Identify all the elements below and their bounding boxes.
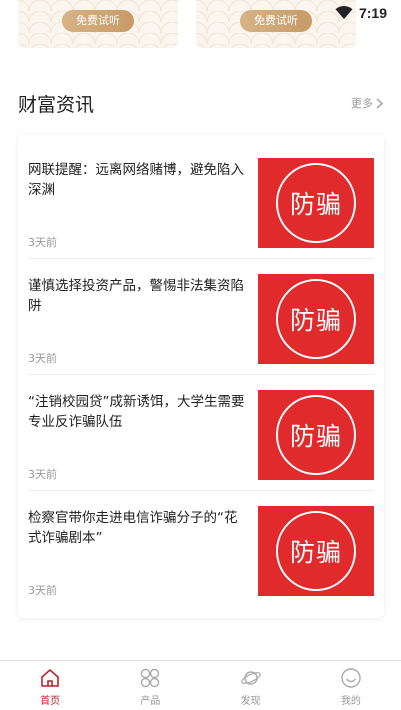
grid-icon <box>141 668 160 688</box>
anti-fraud-seal: 防骗 <box>276 163 356 243</box>
news-title: 网联提醒：远离网络赌博，避免陷入深渊 <box>28 162 244 198</box>
more-label: 更多 <box>351 97 373 110</box>
thumb-text: 防骗 <box>289 422 342 451</box>
divider <box>28 374 374 375</box>
home-icon <box>41 669 59 687</box>
news-item[interactable]: 谨慎选择投资产品，警惕非法集资陷阱 3天前 防骗 <box>28 274 374 374</box>
tab-discover[interactable]: 发现 <box>201 661 301 710</box>
tab-label: 产品 <box>140 696 161 707</box>
chevron-right-icon <box>376 98 383 108</box>
news-item[interactable]: 网联提醒：远离网络赌博，避免陷入深渊 3天前 防骗 <box>28 158 374 258</box>
news-item[interactable]: “注销校园贷”成新诱饵，大学生需要专业反诈骗队伍 3天前 防骗 <box>28 390 374 490</box>
free-trial-button[interactable]: 免费试听 <box>62 10 134 32</box>
status-bar: 7:19 <box>335 0 401 26</box>
course-card[interactable]: 免费试听 <box>196 0 356 48</box>
news-thumbnail: 防骗 <box>258 390 374 480</box>
tab-label: 首页 <box>40 696 61 707</box>
news-time: 3天前 <box>28 468 57 481</box>
divider <box>28 258 374 259</box>
news-time: 3天前 <box>28 352 57 365</box>
news-title: 检察官带你走进电信诈骗分子的“花式诈骗剧本” <box>28 510 238 546</box>
thumb-text: 防骗 <box>289 190 342 219</box>
news-title: 谨慎选择投资产品，警惕非法集资陷阱 <box>28 278 244 314</box>
section-title: 财富资讯 <box>18 93 95 116</box>
more-link[interactable]: 更多 <box>351 95 383 111</box>
anti-fraud-seal: 防骗 <box>276 511 356 591</box>
tab-label: 我的 <box>340 696 361 707</box>
news-title: “注销校园贷”成新诱饵，大学生需要专业反诈骗队伍 <box>28 394 245 430</box>
divider <box>28 490 374 491</box>
status-time: 7:19 <box>358 5 387 21</box>
section-header: 财富资讯 更多 <box>18 88 383 118</box>
news-item[interactable]: 检察官带你走进电信诈骗分子的“花式诈骗剧本” 3天前 防骗 <box>28 506 374 606</box>
bottom-tab-bar: 首页 产品 发现 我的 <box>0 660 401 710</box>
smile-icon <box>341 668 361 688</box>
anti-fraud-seal: 防骗 <box>276 395 356 475</box>
tab-mine[interactable]: 我的 <box>301 661 401 710</box>
thumb-text: 防骗 <box>289 306 342 335</box>
news-list: 网联提醒：远离网络赌博，避免陷入深渊 3天前 防骗 谨慎选择投资产品，警惕非法集… <box>18 134 384 618</box>
tab-products[interactable]: 产品 <box>100 661 200 710</box>
news-thumbnail: 防骗 <box>258 158 374 248</box>
course-card[interactable]: 免费试听 <box>18 0 178 48</box>
planet-icon <box>240 671 261 685</box>
news-thumbnail: 防骗 <box>258 274 374 364</box>
thumb-text: 防骗 <box>289 538 342 567</box>
tab-label: 发现 <box>240 696 261 707</box>
news-thumbnail: 防骗 <box>258 506 374 596</box>
news-time: 3天前 <box>28 236 57 249</box>
anti-fraud-seal: 防骗 <box>276 279 356 359</box>
tab-home[interactable]: 首页 <box>0 661 100 710</box>
wifi-icon <box>335 6 353 19</box>
free-trial-button[interactable]: 免费试听 <box>240 10 312 32</box>
news-time: 3天前 <box>28 584 57 597</box>
